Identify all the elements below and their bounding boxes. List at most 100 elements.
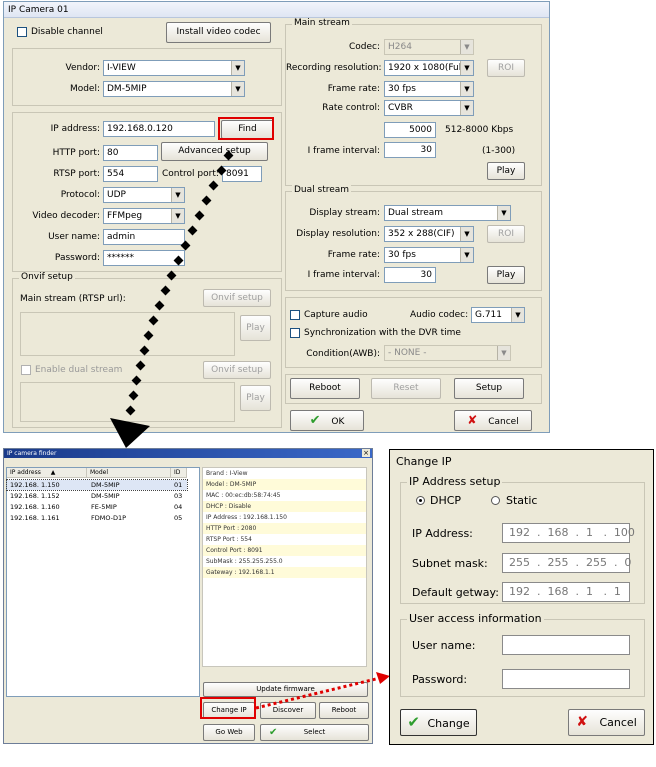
http-port-field[interactable]: 80	[103, 145, 158, 161]
main-play-button[interactable]: Play	[487, 162, 525, 180]
column-id[interactable]: ID	[171, 468, 187, 478]
row-ip: 192.168. 1.160	[10, 503, 60, 511]
video-decoder-select[interactable]: FFMpeg ▼	[103, 208, 185, 224]
advanced-setup-button[interactable]: Advanced setup	[161, 142, 268, 161]
control-port-field[interactable]: 8091	[222, 166, 262, 182]
column-ip-address[interactable]: IP address ▲	[7, 468, 87, 478]
roi-button[interactable]: ROI	[487, 59, 525, 77]
ip-address-input[interactable]: 192 . 168 . 1 . 100	[502, 523, 635, 543]
dual-stream-legend: Dual stream	[292, 185, 352, 195]
rate-control-label: Rate control:	[322, 103, 380, 113]
display-resolution-select[interactable]: 352 x 288(CIF) ▼	[384, 226, 474, 242]
reboot-button[interactable]: Reboot	[290, 378, 360, 399]
display-resolution-value: 352 x 288(CIF)	[388, 229, 455, 239]
protocol-select[interactable]: UDP ▼	[103, 187, 185, 203]
vendor-select[interactable]: I-VIEW ▼	[103, 60, 245, 76]
display-stream-label: Display stream:	[309, 208, 380, 218]
rate-control-select[interactable]: CVBR ▼	[384, 100, 474, 116]
chevron-down-icon: ▼	[231, 82, 244, 96]
chevron-down-icon: ▼	[460, 101, 473, 115]
onvif-legend: Onvif setup	[19, 272, 75, 282]
capture-audio-checkbox[interactable]	[290, 310, 300, 320]
codec-select[interactable]: H264 ▼	[384, 39, 474, 55]
ok-label: OK	[331, 417, 345, 427]
go-web-button[interactable]: Go Web	[203, 724, 255, 741]
cancel-button[interactable]: ✘ Cancel	[454, 410, 532, 431]
sync-dvr-checkbox[interactable]	[290, 328, 300, 338]
cancel-label: Cancel	[488, 417, 519, 427]
dual-onvif-setup-button[interactable]: Onvif setup	[203, 361, 271, 379]
dual-iframe-interval-label: I frame interval:	[307, 270, 380, 280]
ip-camera-window: IP Camera 01 Disable channel Install vid…	[3, 1, 550, 433]
user-name-input[interactable]	[502, 635, 630, 655]
main-stream-play-button[interactable]: Play	[240, 315, 271, 341]
checkmark-icon: ✔	[407, 713, 420, 731]
change-button[interactable]: ✔ Change	[400, 709, 477, 736]
frame-rate-select[interactable]: 30 fps ▼	[384, 81, 474, 97]
column-model[interactable]: Model	[87, 468, 171, 478]
static-radio[interactable]	[491, 496, 500, 505]
reset-button[interactable]: Reset	[371, 378, 441, 399]
sync-dvr-label: Synchronization with the DVR time	[304, 328, 461, 338]
select-label: Select	[303, 728, 326, 736]
red-dotted-arrow	[255, 672, 390, 710]
enable-dual-stream-label: Enable dual stream	[35, 365, 123, 375]
dual-play-button[interactable]: Play	[487, 266, 525, 284]
rtsp-port-field[interactable]: 554	[103, 166, 158, 182]
bitrate-field[interactable]: 5000	[384, 122, 436, 138]
chevron-down-icon: ▼	[497, 206, 510, 220]
cancel-x-icon: ✘	[467, 413, 478, 427]
dual-frame-rate-select[interactable]: 30 fps ▼	[384, 247, 474, 263]
disable-channel-checkbox[interactable]	[17, 27, 27, 37]
install-video-codec-button[interactable]: Install video codec	[166, 22, 271, 43]
info-line: Model : DM-5MIP	[203, 479, 366, 490]
table-row[interactable]: 192.168. 1.150 DM-5MIP 01	[6, 479, 188, 491]
ok-button[interactable]: ✔ OK	[290, 410, 364, 431]
model-select[interactable]: DM-5MIP ▼	[103, 81, 245, 97]
table-row[interactable]: 192.168. 1.152 DM-5MIP 03	[7, 491, 187, 501]
recording-resolution-value: 1920 x 1080(Full	[388, 63, 464, 73]
row-model: FDMO-D1P	[91, 514, 127, 522]
codec-label: Codec:	[348, 42, 380, 52]
dual-stream-play-button[interactable]: Play	[240, 385, 271, 411]
row-id: 05	[174, 514, 183, 522]
ip-setup-legend: IP Address setup	[407, 475, 503, 488]
user-access-legend: User access information	[407, 612, 544, 625]
display-stream-select[interactable]: Dual stream ▼	[384, 205, 511, 221]
table-row[interactable]: 192.168. 1.160 FE-5MIP 04	[7, 502, 187, 512]
chevron-down-icon: ▼	[460, 248, 473, 262]
dual-roi-button[interactable]: ROI	[487, 225, 525, 243]
vendor-value: I-VIEW	[107, 63, 136, 73]
close-icon[interactable]: ×	[362, 449, 370, 457]
change-ip-title: Change IP	[396, 455, 452, 468]
main-stream-url-field[interactable]	[20, 312, 235, 356]
onvif-setup-button[interactable]: Onvif setup	[203, 289, 271, 307]
display-resolution-label: Display resolution:	[296, 229, 380, 239]
change-label: Change	[427, 717, 470, 730]
camera-list[interactable]: IP address ▲ Model ID 192.168. 1.150 DM-5…	[6, 467, 200, 697]
video-decoder-value: FFMpeg	[107, 211, 143, 221]
ip-address-field[interactable]: 192.168.0.120	[103, 121, 215, 137]
recording-resolution-select[interactable]: 1920 x 1080(Full ▼	[384, 60, 474, 76]
audio-codec-select[interactable]: G.711 ▼	[471, 307, 525, 323]
info-line: SubMask : 255.255.255.0	[206, 558, 283, 565]
table-row[interactable]: 192.168. 1.161 FDMO-D1P 05	[7, 513, 187, 523]
default-gateway-input[interactable]: 192 . 168 . 1 . 1	[502, 582, 630, 602]
subnet-mask-label: Subnet mask:	[412, 557, 488, 570]
condition-select[interactable]: - NONE - ▼	[384, 345, 511, 361]
password-field[interactable]: ******	[103, 250, 185, 266]
condition-label: Condition(AWB):	[306, 349, 380, 359]
password-input[interactable]	[502, 669, 630, 689]
iframe-interval-field[interactable]: 30	[384, 142, 436, 158]
enable-dual-stream-checkbox[interactable]	[21, 365, 31, 375]
setup-button[interactable]: Setup	[454, 378, 524, 399]
ip-address-label: IP address:	[50, 124, 100, 134]
password-label: Password:	[412, 673, 468, 686]
subnet-mask-input[interactable]: 255 . 255 . 255 . 0	[502, 553, 631, 573]
dual-iframe-interval-field[interactable]: 30	[384, 267, 436, 283]
change-ip-cancel-button[interactable]: ✘ Cancel	[568, 709, 645, 736]
user-name-field[interactable]: admin	[103, 229, 185, 245]
select-button[interactable]: ✔ Select	[260, 724, 369, 741]
cancel-label: Cancel	[599, 716, 637, 729]
dhcp-radio[interactable]	[416, 496, 425, 505]
